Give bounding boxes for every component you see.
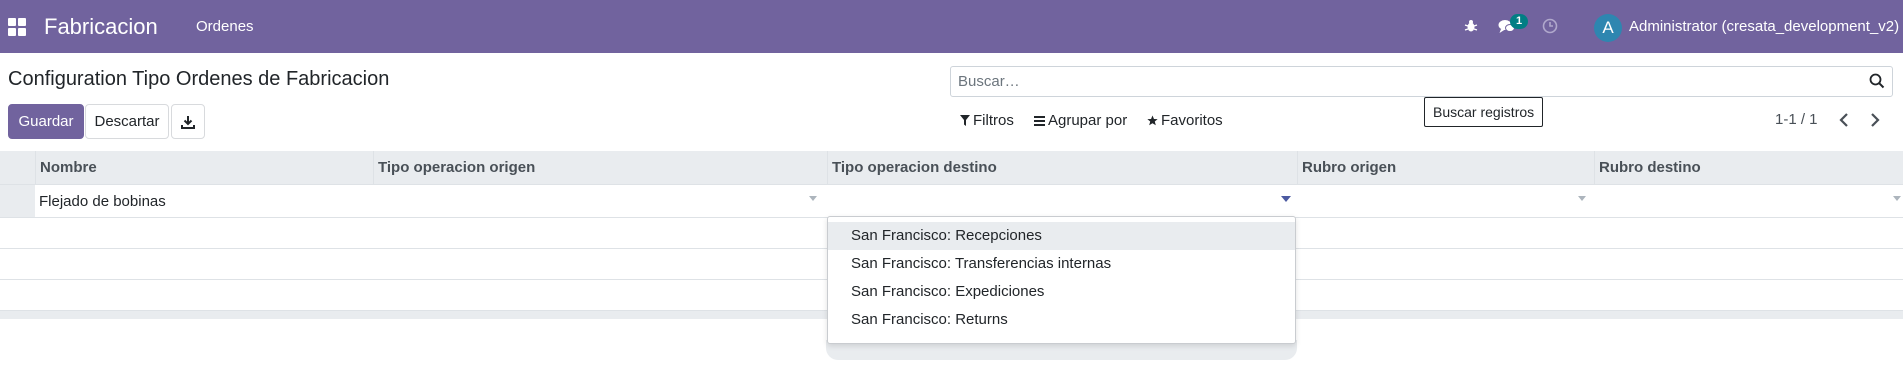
app-name[interactable]: Fabricacion — [44, 14, 158, 40]
column-header-tipo-origen[interactable]: Tipo operacion origen — [373, 151, 827, 185]
messages-badge: 1 — [1510, 14, 1528, 29]
autocomplete-dropdown: San Francisco: Recepciones San Francisco… — [827, 216, 1296, 344]
dropdown-option[interactable]: San Francisco: Returns — [828, 306, 1295, 334]
favorites-button[interactable]: Favoritos — [1147, 112, 1223, 129]
column-header-nombre[interactable]: Nombre — [35, 151, 373, 185]
apps-grid-icon[interactable] — [8, 18, 26, 36]
group-by-button[interactable]: Agrupar por — [1034, 112, 1127, 129]
group-by-label: Agrupar por — [1048, 112, 1128, 129]
table-header: Nombre Tipo operacion origen Tipo operac… — [0, 151, 1903, 185]
page-title: Configuration Tipo Ordenes de Fabricacio… — [8, 68, 390, 90]
avatar[interactable]: A — [1594, 14, 1622, 42]
pager-value[interactable]: 1-1 / 1 — [1775, 111, 1818, 128]
chevron-down-icon[interactable] — [1578, 196, 1586, 201]
filter-icon — [960, 115, 970, 126]
column-header-rubro-origen[interactable]: Rubro origen — [1297, 151, 1595, 185]
cell-rubro-origen[interactable] — [1297, 185, 1595, 216]
star-icon — [1147, 115, 1158, 126]
clock-icon[interactable] — [1540, 16, 1560, 36]
dropdown-option[interactable]: San Francisco: Recepciones — [828, 222, 1295, 250]
cell-rubro-destino[interactable] — [1594, 185, 1903, 216]
discard-button[interactable]: Descartar — [85, 104, 169, 139]
column-header-tipo-destino[interactable]: Tipo operacion destino — [827, 151, 1301, 185]
table-row[interactable]: Flejado de bobinas — [0, 185, 1903, 218]
filters-button[interactable]: Filtros — [960, 112, 1014, 129]
bug-icon[interactable] — [1461, 16, 1481, 36]
dropdown-option[interactable]: San Francisco: Transferencias internas — [828, 250, 1295, 278]
search-tooltip: Buscar registros — [1424, 97, 1544, 127]
chevron-down-icon[interactable] — [809, 196, 817, 201]
download-icon — [181, 115, 195, 129]
favorites-label: Favoritos — [1161, 112, 1223, 129]
user-name[interactable]: Administrator (cresata_development_v2) — [1629, 18, 1899, 35]
download-button[interactable] — [171, 104, 205, 139]
cell-nombre[interactable]: Flejado de bobinas — [35, 185, 373, 218]
select-all-column[interactable] — [0, 151, 35, 185]
menu-item-ordenes[interactable]: Ordenes — [196, 18, 254, 35]
search-box[interactable] — [950, 66, 1893, 97]
filters-label: Filtros — [973, 112, 1014, 129]
save-button[interactable]: Guardar — [8, 104, 84, 139]
search-icon[interactable] — [1869, 73, 1885, 89]
list-icon — [1034, 115, 1045, 126]
chevron-right-icon[interactable] — [1868, 112, 1882, 128]
top-navbar: Fabricacion Ordenes 1 A Administrator (c… — [0, 0, 1903, 53]
chevron-down-icon[interactable] — [1281, 196, 1291, 202]
dropdown-option[interactable]: San Francisco: Expediciones — [828, 278, 1295, 306]
chevron-left-icon[interactable] — [1837, 112, 1851, 128]
cell-tipo-origen[interactable] — [373, 185, 827, 216]
chevron-down-icon[interactable] — [1893, 196, 1901, 201]
cell-tipo-destino[interactable] — [827, 185, 1301, 216]
search-input[interactable] — [951, 67, 1851, 96]
column-header-rubro-destino[interactable]: Rubro destino — [1594, 151, 1903, 185]
